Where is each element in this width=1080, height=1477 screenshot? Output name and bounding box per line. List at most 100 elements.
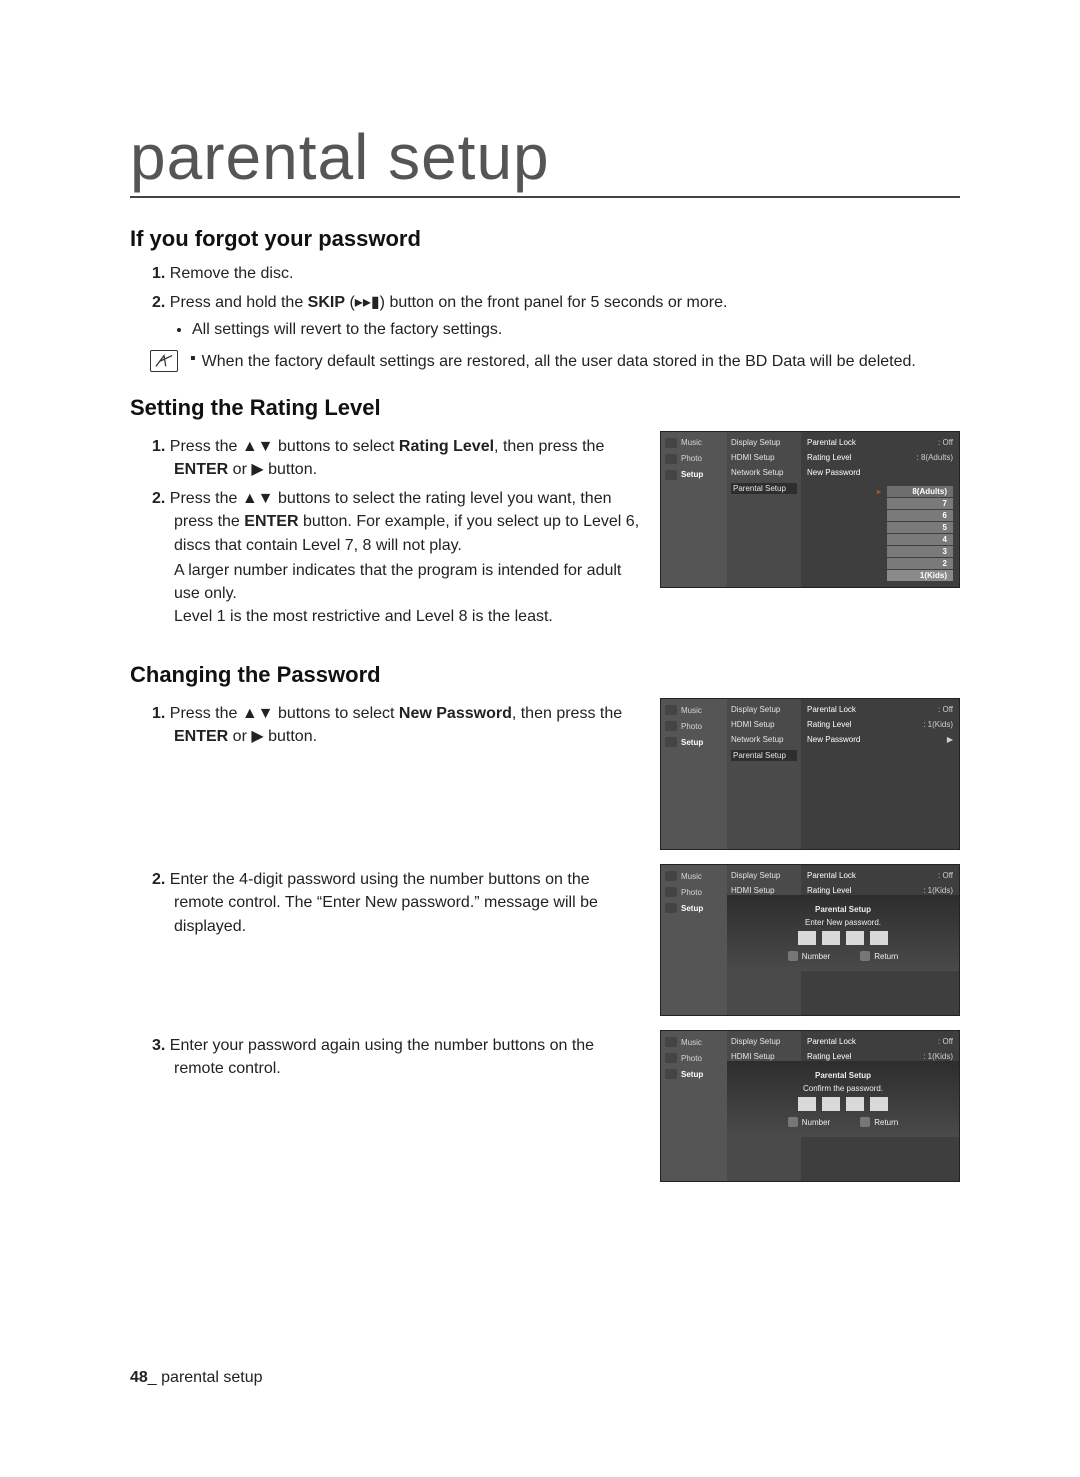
ms-left-item: Setup — [665, 470, 723, 480]
pw-box — [846, 1097, 864, 1111]
heading-changing-password: Changing the Password — [130, 662, 960, 688]
change-row-1: 1. Press the ▲▼ buttons to select New Pa… — [130, 698, 960, 864]
ms-mid-col: Display Setup HDMI Setup Network Setup P… — [727, 699, 801, 849]
t: Music — [681, 872, 702, 881]
ms-right-row: Rating Level : 1(Kids) — [807, 720, 953, 729]
pw-box — [870, 931, 888, 945]
t: ENTER — [174, 728, 228, 745]
ms-mid-item: Parental Setup — [731, 483, 797, 494]
gear-icon — [665, 903, 677, 913]
t: , then press the — [512, 705, 622, 722]
t: : Off — [938, 705, 953, 714]
ms-mid-item: Display Setup — [731, 871, 797, 880]
pw-box — [846, 931, 864, 945]
t: Rating Level — [807, 1052, 851, 1061]
step-text: Enter the 4-digit password using the num… — [170, 871, 598, 934]
dialog-buttons: Number Return — [727, 1117, 959, 1127]
ms-right-col: Parental Lock: Off Rating Level: 8(Adult… — [801, 432, 959, 587]
return-icon — [860, 1117, 870, 1127]
forgot-step-1: 1. Remove the disc. — [152, 262, 960, 285]
rating-steps: 1. Press the ▲▼ buttons to select Rating… — [130, 435, 642, 629]
t: : 1(Kids) — [923, 1052, 953, 1061]
rating-screenshot: Music Photo Setup Display Setup HDMI Set… — [660, 431, 960, 602]
change-screenshot-2: Music Photo Setup Display Setup HDMI Set… — [660, 864, 960, 1030]
forgot-steps: 1. Remove the disc. 2. Press and hold th… — [130, 262, 960, 342]
t: : 8(Adults) — [917, 453, 953, 462]
ms-right-row: New Password▶ — [807, 735, 953, 744]
ms-options: ▸8(Adults) 7 6 5 4 3 2 1(Kids) — [807, 485, 953, 581]
t: Rating Level — [807, 720, 851, 729]
pw-box — [822, 1097, 840, 1111]
t: or ▶ button. — [228, 728, 317, 745]
pw-box — [822, 931, 840, 945]
ms-mid-item: HDMI Setup — [731, 886, 797, 895]
t: Parental Lock — [807, 705, 856, 714]
t: Return — [874, 1118, 898, 1127]
number-button: Number — [788, 951, 830, 961]
photo-icon — [665, 887, 677, 897]
menu-screenshot-rating: Music Photo Setup Display Setup HDMI Set… — [660, 431, 960, 588]
ms-left-item: Photo — [665, 454, 723, 464]
dialog-prompt: Enter New password. — [727, 918, 959, 927]
t: New Password — [399, 705, 512, 722]
gear-icon — [665, 1069, 677, 1079]
change-row-2: 2. Enter the 4-digit password using the … — [130, 864, 960, 1030]
change-row-3: 3. Enter your password again using the n… — [130, 1030, 960, 1196]
t: ENTER — [244, 513, 298, 530]
pw-box — [870, 1097, 888, 1111]
t: Rating Level — [807, 453, 851, 462]
t: 8(Adults) — [912, 487, 947, 496]
text-col: 3. Enter your password again using the n… — [130, 1030, 642, 1086]
forgot-step-2: 2. Press and hold the SKIP (▸▸▮) button … — [152, 291, 960, 341]
ms-mid-item: Display Setup — [731, 705, 797, 714]
rating-step-1: 1. Press the ▲▼ buttons to select Rating… — [152, 435, 642, 481]
step-number: 1. — [152, 705, 165, 722]
heading-rating-level: Setting the Rating Level — [130, 395, 960, 421]
t: Return — [874, 952, 898, 961]
ms-left-item: Music — [665, 705, 723, 715]
t: Rating Level — [807, 886, 851, 895]
t: Parental Lock — [807, 438, 856, 447]
music-icon — [665, 871, 677, 881]
ms-left-col: Music Photo Setup — [661, 432, 727, 587]
change-step-3: 3. Enter your password again using the n… — [152, 1034, 642, 1080]
ms-right-row: Parental Lock: Off — [807, 871, 953, 880]
opt: 5 — [887, 522, 953, 533]
t: Setup — [681, 738, 703, 747]
t: Music — [681, 1038, 702, 1047]
menu-screenshot-change2: Music Photo Setup Display Setup HDMI Set… — [660, 864, 960, 1016]
step-number: 2. — [152, 871, 165, 888]
skip-glyph: (▸▸▮) — [345, 294, 389, 311]
footer-sep: _ — [148, 1369, 161, 1386]
ms-mid-item: Parental Setup — [731, 750, 797, 761]
return-button: Return — [860, 951, 898, 961]
ms-mid-item: Network Setup — [731, 735, 797, 744]
ms-right-row: Rating Level : 1(Kids) — [807, 1052, 953, 1061]
t: Rating Level — [399, 438, 494, 455]
ms-mid-item: HDMI Setup — [731, 1052, 797, 1061]
ms-left-item: Photo — [665, 721, 723, 731]
ms-right-row: Parental Lock : Off — [807, 705, 953, 714]
dialog-title: Parental Setup — [727, 1071, 959, 1080]
ms-left-col: Music Photo Setup — [661, 699, 727, 849]
text-col: 2. Enter the 4-digit password using the … — [130, 864, 642, 944]
bullet-text: All settings will revert to the factory … — [192, 318, 960, 341]
opt: 3 — [887, 546, 953, 557]
page-number: 48 — [130, 1369, 148, 1386]
t: New Password — [807, 735, 860, 744]
ms-left-item: Setup — [665, 903, 723, 913]
ms-mid-item: Display Setup — [731, 438, 797, 447]
opt: 7 — [887, 498, 953, 509]
t: : 1(Kids) — [923, 720, 953, 729]
t: Photo — [681, 888, 702, 897]
ms-left-item: Photo — [665, 887, 723, 897]
page-footer: 48_ parental setup — [130, 1369, 263, 1387]
password-boxes — [727, 1097, 959, 1111]
ms-mid-item: HDMI Setup — [731, 720, 797, 729]
change-step-1: 1. Press the ▲▼ buttons to select New Pa… — [152, 702, 642, 748]
opt: 4 — [887, 534, 953, 545]
page: parental setup If you forgot your passwo… — [0, 0, 1080, 1477]
menu-screenshot-change1: Music Photo Setup Display Setup HDMI Set… — [660, 698, 960, 850]
t: Press the ▲▼ buttons to select — [170, 705, 399, 722]
t: Photo — [681, 1054, 702, 1063]
